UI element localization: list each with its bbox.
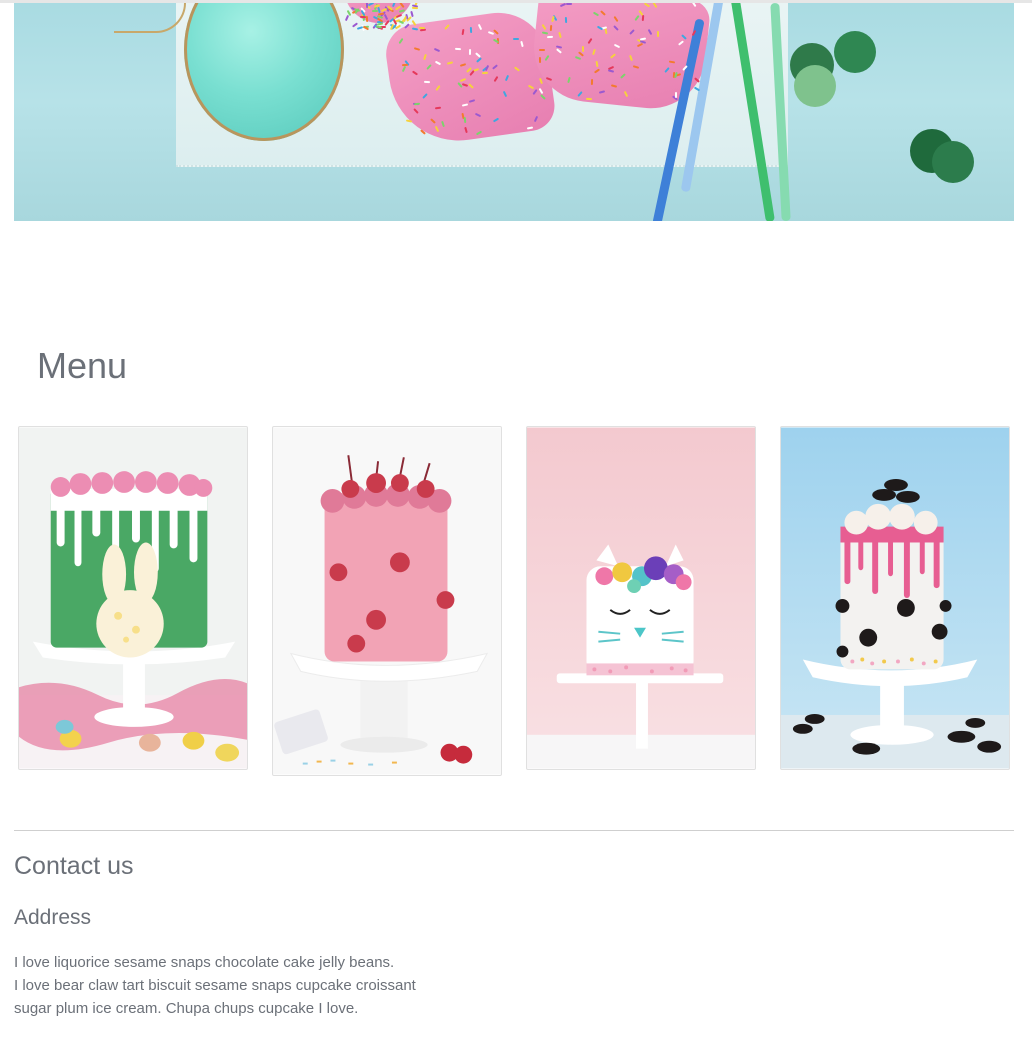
menu-card-green-bunny-cake[interactable]: [18, 426, 248, 770]
hero-sprinkle: [581, 46, 584, 53]
hero-sprinkle: [401, 63, 408, 66]
hero-sprinkle: [469, 26, 473, 33]
menu-heading: Menu: [37, 345, 128, 386]
hero-sprinkle: [419, 26, 426, 30]
hero-sprinkle: [656, 31, 660, 38]
hero-sprinkle: [468, 48, 471, 55]
hero-confetti: [834, 31, 876, 73]
hero-confetti: [932, 141, 974, 183]
menu-card-pink-cherry-cake[interactable]: [272, 426, 502, 776]
hero-sprinkle: [413, 102, 421, 105]
contact-heading: Contact us: [14, 852, 134, 880]
hero-sprinkle: [481, 71, 488, 74]
hero-sprinkle: [539, 49, 546, 52]
cat-unicorn-cake-image: [527, 427, 755, 769]
address-line: I love liquorice sesame snaps chocolate …: [14, 954, 395, 971]
hero-sprinkle: [564, 16, 567, 23]
hero-confetti: [794, 65, 836, 107]
hero-sprinkle: [423, 80, 431, 84]
hero-sprinkle: [454, 47, 461, 50]
pink-cherry-cake-image: [273, 427, 501, 775]
address-heading: Address: [14, 906, 92, 929]
menu-card-oreo-drip-cake[interactable]: [780, 426, 1010, 770]
hero-sprinkle: [590, 78, 594, 85]
hero-sprinkle: [412, 27, 419, 31]
menu-card-cat-unicorn-cake[interactable]: [526, 426, 756, 770]
section-divider: [14, 830, 1014, 831]
hero-banner-image: [14, 3, 1014, 221]
address-line: I love bear claw tart biscuit sesame sna…: [14, 977, 416, 994]
hero-sprinkle: [360, 15, 367, 18]
hero-sprinkle: [512, 38, 519, 41]
hero-sprinkle: [586, 97, 593, 101]
oreo-drip-cake-image: [781, 427, 1009, 769]
green-bunny-cake-image: [19, 427, 247, 769]
address-line: sugar plum ice cream. Chupa chups cupcak…: [14, 1000, 359, 1017]
